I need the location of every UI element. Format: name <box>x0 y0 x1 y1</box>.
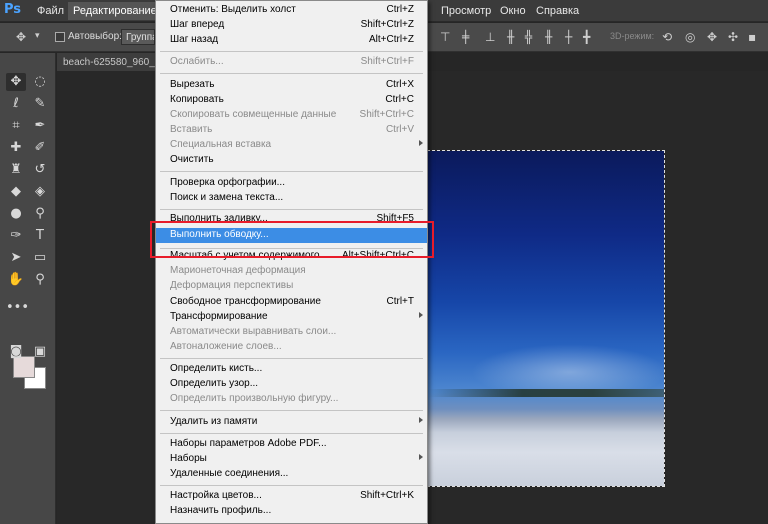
annotation-highlight-box <box>150 221 434 258</box>
menu-item-find-replace[interactable]: Поиск и замена текста... <box>156 191 427 206</box>
scale-3d-icon[interactable]: ▪ <box>748 31 756 43</box>
menu-item-assign-profile[interactable]: Назначить профиль... <box>156 504 427 519</box>
history-brush-icon[interactable]: ↺ <box>30 161 50 179</box>
move-icon[interactable]: ✥ <box>6 73 26 91</box>
distribute-bottom-icon[interactable]: ╫ <box>545 31 552 43</box>
distribute-left-icon[interactable]: ┼ <box>565 31 572 43</box>
menu-item-puppet-warp[interactable]: Марионеточная деформация <box>156 264 427 279</box>
autoselect-mode-dropdown[interactable]: Группа <box>121 29 155 45</box>
drag-3d-icon[interactable]: ✥ <box>707 31 717 43</box>
menu-separator <box>160 358 423 359</box>
submenu-arrow-icon <box>419 417 423 423</box>
align-top-icon[interactable]: ⊤ <box>440 31 450 43</box>
submenu-arrow-icon <box>419 140 423 146</box>
pen-icon[interactable]: ✑ <box>6 227 26 245</box>
autoselect-label: Автовыбор: <box>68 31 122 42</box>
menu-item-free-transform[interactable]: Свободное трансформирование Ctrl+T <box>156 295 427 310</box>
stamp-icon[interactable]: ♜ <box>6 161 26 179</box>
menu-item-pdf-presets[interactable]: Наборы параметров Adobe PDF... <box>156 437 427 452</box>
document-tab[interactable]: beach-625580_960_72 <box>57 53 157 71</box>
path-select-icon[interactable]: ➤ <box>6 249 26 267</box>
hand-icon[interactable]: ✋ <box>6 271 26 289</box>
menu-help[interactable]: Справка <box>536 5 579 17</box>
submenu-arrow-icon <box>419 454 423 460</box>
menu-item-spell-check[interactable]: Проверка орфографии... <box>156 176 427 191</box>
menu-item-cut[interactable]: Вырезать Ctrl+X <box>156 78 427 93</box>
menu-item-auto-blend-layers[interactable]: Автоналожение слоев... <box>156 340 427 355</box>
chevron-down-icon[interactable]: ▾ <box>35 32 40 41</box>
quick-mask-icon[interactable]: ◙ <box>6 343 26 361</box>
menu-separator <box>160 73 423 74</box>
menu-edit[interactable]: Редактирование <box>68 2 162 20</box>
menu-view[interactable]: Просмотр <box>441 5 491 17</box>
menu-item-fade[interactable]: Ослабить... Shift+Ctrl+F <box>156 55 427 70</box>
eraser-icon[interactable]: ◆ <box>6 183 26 201</box>
menu-item-define-brush[interactable]: Определить кисть... <box>156 362 427 377</box>
menu-separator <box>160 51 423 52</box>
menu-item-copy-merged[interactable]: Скопировать совмещенные данные Shift+Ctrl… <box>156 108 427 123</box>
dodge-icon[interactable]: ⚲ <box>30 205 50 223</box>
distribute-center-icon[interactable]: ╋ <box>583 31 590 43</box>
slide-3d-icon[interactable]: ✣ <box>728 31 738 43</box>
beach-photo <box>427 150 665 487</box>
distribute-middle-icon[interactable]: ╬ <box>525 31 532 43</box>
menu-item-paste-special[interactable]: Специальная вставка <box>156 138 427 153</box>
menu-item-remote-connections[interactable]: Удаленные соединения... <box>156 467 427 482</box>
menu-item-perspective-warp[interactable]: Деформация перспективы <box>156 279 427 294</box>
menu-window[interactable]: Окно <box>500 5 526 17</box>
brush-icon[interactable]: ✐ <box>30 139 50 157</box>
tools-panel: ✥ ◌ ℓ ✎ ⌗ ✒ ✚ ✐ ♜ ↺ ◆ ◈ ● ⚲ ✑ T ➤ ▭ ✋ ⚲ … <box>0 53 56 524</box>
beach-photo-horizon <box>428 389 664 397</box>
menu-item-step-forward[interactable]: Шаг вперед Shift+Ctrl+Z <box>156 18 427 33</box>
menu-item-paste[interactable]: Вставить Ctrl+V <box>156 123 427 138</box>
menu-item-define-pattern[interactable]: Определить узор... <box>156 377 427 392</box>
align-middle-icon[interactable]: ╪ <box>462 31 469 43</box>
edit-menu-dropdown: Отменить: Выделить холст Ctrl+Z Шаг впере… <box>155 0 428 524</box>
menu-item-purge[interactable]: Удалить из памяти <box>156 415 427 430</box>
distribute-top-icon[interactable]: ╫ <box>507 31 514 43</box>
quick-select-icon[interactable]: ✎ <box>30 95 50 113</box>
zoom-icon[interactable]: ⚲ <box>30 271 50 289</box>
healing-icon[interactable]: ✚ <box>6 139 26 157</box>
menu-item-undo[interactable]: Отменить: Выделить холст Ctrl+Z <box>156 3 427 18</box>
crop-icon[interactable]: ⌗ <box>6 117 26 135</box>
menu-item-auto-align-layers[interactable]: Автоматически выравнивать слои... <box>156 325 427 340</box>
lasso-icon[interactable]: ℓ <box>6 95 26 113</box>
move-icon[interactable]: ✥ <box>16 31 26 43</box>
mode-3d-label: 3D-режим: <box>610 31 655 41</box>
screen-mode-icon[interactable]: ▣ <box>30 343 50 361</box>
menu-separator <box>160 485 423 486</box>
menu-item-color-settings[interactable]: Настройка цветов... Shift+Ctrl+K <box>156 489 427 504</box>
eyedropper-icon[interactable]: ✒ <box>30 117 50 135</box>
menu-file[interactable]: Файл <box>37 5 64 17</box>
menu-item-transform[interactable]: Трансформирование <box>156 310 427 325</box>
menu-separator <box>160 171 423 172</box>
photoshop-logo: Ps <box>4 2 22 17</box>
roll-3d-icon[interactable]: ◎ <box>685 31 695 43</box>
marquee-icon[interactable]: ◌ <box>30 73 50 91</box>
submenu-arrow-icon <box>419 312 423 318</box>
menu-separator <box>160 410 423 411</box>
blur-icon[interactable]: ● <box>6 205 26 223</box>
type-icon[interactable]: T <box>30 227 50 245</box>
autoselect-checkbox[interactable] <box>55 32 65 42</box>
rectangle-icon[interactable]: ▭ <box>30 249 50 267</box>
menu-item-step-backward[interactable]: Шаг назад Alt+Ctrl+Z <box>156 33 427 48</box>
menu-item-copy[interactable]: Копировать Ctrl+C <box>156 93 427 108</box>
align-bottom-icon[interactable]: ⊥ <box>485 31 495 43</box>
menu-separator <box>160 209 423 210</box>
menu-separator <box>160 433 423 434</box>
menu-item-define-shape[interactable]: Определить произвольную фигуру... <box>156 392 427 407</box>
menu-item-clear[interactable]: Очистить <box>156 153 427 168</box>
menu-item-presets[interactable]: Наборы <box>156 452 427 467</box>
rotate-3d-icon[interactable]: ⟲ <box>662 31 672 43</box>
bucket-icon[interactable]: ◈ <box>30 183 50 201</box>
more-tools-icon[interactable]: ••• <box>6 299 29 317</box>
